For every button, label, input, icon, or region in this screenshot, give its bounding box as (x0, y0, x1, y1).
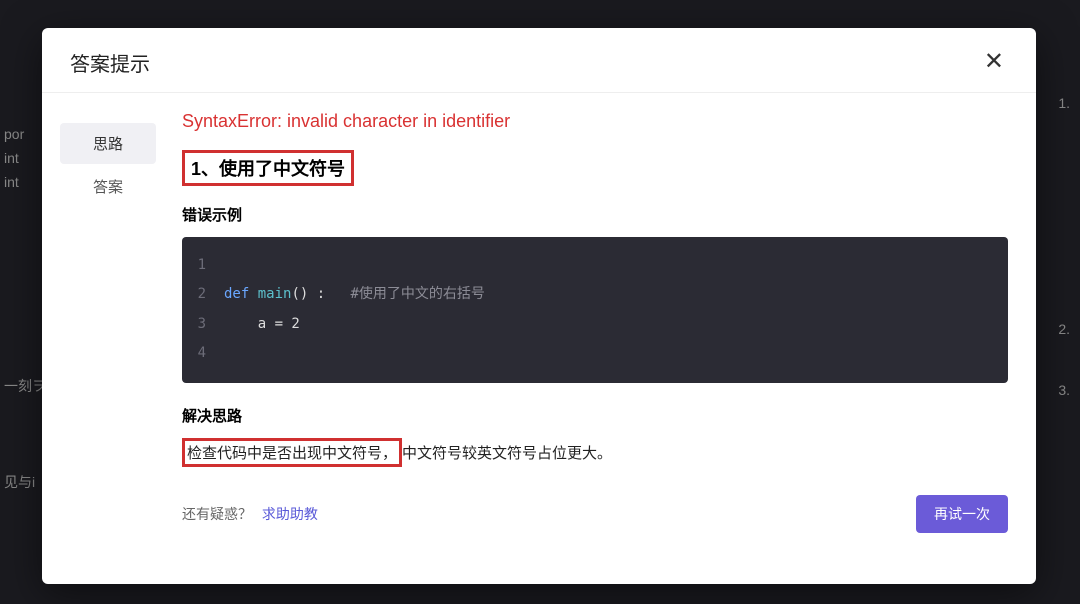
code-comment: #使用了中文的右括号 (350, 286, 484, 302)
footer-row: 还有疑惑？ 求助助教 再试一次 (182, 495, 1008, 533)
bg-num: 3. (1058, 382, 1070, 398)
background-right: 1. 2. 3. (1058, 50, 1070, 443)
tab-list: 思路 答案 (42, 93, 174, 584)
bg-num: 1. (1058, 95, 1070, 111)
bg-num: 2. (1058, 321, 1070, 337)
still-question: 还有疑惑？ 求助助教 (182, 504, 318, 524)
line-number: 3 (182, 310, 224, 339)
solution-text: 检查代码中是否出现中文符号，中文符号较英文符号占位更大。 (182, 438, 1008, 467)
code-content: def main() : #使用了中文的右括号 (224, 280, 485, 309)
tab-answer[interactable]: 答案 (60, 166, 156, 207)
code-keyword: def (224, 286, 249, 302)
solution-rest: 中文符号较英文符号占位更大。 (402, 445, 612, 462)
code-content: a = 2 (224, 310, 300, 339)
cause-heading: 1、使用了中文符号 (182, 150, 354, 186)
solution-label: 解决思路 (182, 405, 1008, 426)
bg-text: por (4, 126, 46, 142)
bg-text: int (4, 174, 46, 190)
code-line: 1 (182, 251, 1008, 280)
code-func: main (249, 286, 291, 302)
question-text: 还有疑惑？ (182, 506, 252, 522)
tab-idea[interactable]: 思路 (60, 123, 156, 164)
code-line: 2 def main() : #使用了中文的右括号 (182, 280, 1008, 309)
solution-highlight: 检查代码中是否出现中文符号， (182, 438, 402, 467)
example-label: 错误示例 (182, 204, 1008, 225)
modal-title: 答案提示 (70, 48, 150, 77)
content-area: SyntaxError: invalid character in identi… (174, 93, 1036, 584)
line-number: 4 (182, 339, 224, 368)
code-text: () : (291, 286, 350, 302)
hint-modal: 答案提示 ✕ 思路 答案 SyntaxError: invalid charac… (42, 28, 1036, 584)
line-number: 1 (182, 251, 224, 280)
error-heading: SyntaxError: invalid character in identi… (182, 111, 1008, 132)
close-button[interactable]: ✕ (980, 46, 1008, 78)
help-link[interactable]: 求助助教 (262, 506, 318, 522)
bg-text: int (4, 150, 46, 166)
modal-body: 思路 答案 SyntaxError: invalid character in … (42, 93, 1036, 584)
code-line: 3 a = 2 (182, 310, 1008, 339)
code-block: 1 2 def main() : #使用了中文的右括号 3 a = 2 4 (182, 237, 1008, 383)
bg-text: 见与i (4, 472, 46, 492)
retry-button[interactable]: 再试一次 (916, 495, 1008, 533)
modal-header: 答案提示 ✕ (42, 28, 1036, 93)
line-number: 2 (182, 280, 224, 309)
bg-text: 一刻ヲ (4, 376, 46, 396)
code-line: 4 (182, 339, 1008, 368)
